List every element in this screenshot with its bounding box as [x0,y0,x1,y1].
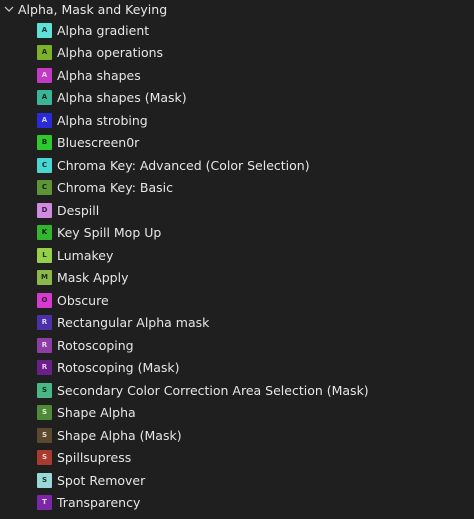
effect-label: Bluescreen0r [57,135,140,151]
effect-label: Alpha shapes (Mask) [57,90,187,106]
effect-letter-icon: B [37,135,52,151]
list-item[interactable]: M Mask Apply [0,267,474,290]
effect-letter-icon: R [37,337,52,353]
list-item[interactable]: S Secondary Color Correction Area Selecti… [0,379,474,402]
effect-label: Alpha strobing [57,112,148,128]
effect-label: Chroma Key: Basic [57,180,174,196]
list-item[interactable]: B Bluescreen0r [0,132,474,155]
list-item[interactable]: R Rectangular Alpha mask [0,312,474,335]
effect-label: Lumakey [57,247,114,263]
effect-letter-icon: O [37,292,52,308]
effect-letter-icon: A [37,90,52,106]
effect-letter-icon: L [37,247,52,263]
list-item[interactable]: L Lumakey [0,244,474,267]
list-item[interactable]: T Transparency [0,492,474,515]
effects-tree: Alpha, Mask and Keying A Alpha gradient A A… [0,0,474,519]
effect-letter-icon: T [37,495,52,511]
list-item[interactable]: S Shape Alpha [0,402,474,425]
list-item[interactable]: C Chroma Key: Basic [0,177,474,200]
list-item[interactable]: R Rotoscoping [0,334,474,357]
list-item[interactable]: S Spot Remover [0,469,474,492]
list-item[interactable]: A Alpha strobing [0,109,474,132]
chevron-down-icon[interactable] [1,0,17,18]
list-item[interactable]: O Obscure [0,289,474,312]
effect-label: Transparency [57,495,141,511]
effect-letter-icon: M [37,270,52,286]
effect-letter-icon: A [37,45,52,61]
list-item[interactable]: C Chroma Key: Advanced (Color Selection) [0,154,474,177]
effect-letter-icon: S [37,427,52,443]
effect-letter-icon: C [37,180,52,196]
effect-letter-icon: S [37,382,52,398]
list-item[interactable]: A Alpha shapes (Mask) [0,87,474,110]
effect-label: Secondary Color Correction Area Selectio… [57,382,369,398]
effect-label: Spillsupress [57,450,132,466]
effect-label: Mask Apply [57,270,129,286]
effect-label: Rotoscoping [57,337,134,353]
effect-letter-icon: R [37,360,52,376]
effect-label: Shape Alpha [57,405,136,421]
effect-label: Obscure [57,292,109,308]
effect-label: Alpha gradient [57,22,150,38]
list-item[interactable]: A Alpha gradient [0,19,474,42]
effect-label: Chroma Key: Advanced (Color Selection) [57,157,310,173]
category-label: Alpha, Mask and Keying [18,1,168,17]
effect-label: Alpha shapes [57,67,141,83]
list-item[interactable]: S Shape Alpha (Mask) [0,424,474,447]
effect-letter-icon: A [37,112,52,128]
effect-letter-icon: D [37,202,52,218]
effect-label: Key Spill Mop Up [57,225,162,241]
effect-letter-icon: R [37,315,52,331]
effect-label: Alpha operations [57,45,164,61]
effect-label: Shape Alpha (Mask) [57,427,182,443]
effect-letter-icon: S [37,472,52,488]
category-alpha-mask-keying[interactable]: Alpha, Mask and Keying [0,0,167,18]
effect-label: Despill [57,202,100,218]
effect-label: Rectangular Alpha mask [57,315,210,331]
effect-list: A Alpha gradient A Alpha operations A Alpha s… [0,19,474,514]
list-item[interactable]: A Alpha operations [0,42,474,65]
effect-letter-icon: C [37,157,52,173]
list-item[interactable]: D Despill [0,199,474,222]
effect-letter-icon: K [37,225,52,241]
effect-letter-icon: A [37,67,52,83]
list-item[interactable]: S Spillsupress [0,447,474,470]
effect-letter-icon: S [37,450,52,466]
effect-letter-icon: A [37,22,52,38]
effect-label: Rotoscoping (Mask) [57,360,180,376]
list-item[interactable]: A Alpha shapes [0,64,474,87]
list-item[interactable]: R Rotoscoping (Mask) [0,357,474,380]
effect-letter-icon: S [37,405,52,421]
effect-label: Spot Remover [57,472,146,488]
list-item[interactable]: K Key Spill Mop Up [0,222,474,245]
